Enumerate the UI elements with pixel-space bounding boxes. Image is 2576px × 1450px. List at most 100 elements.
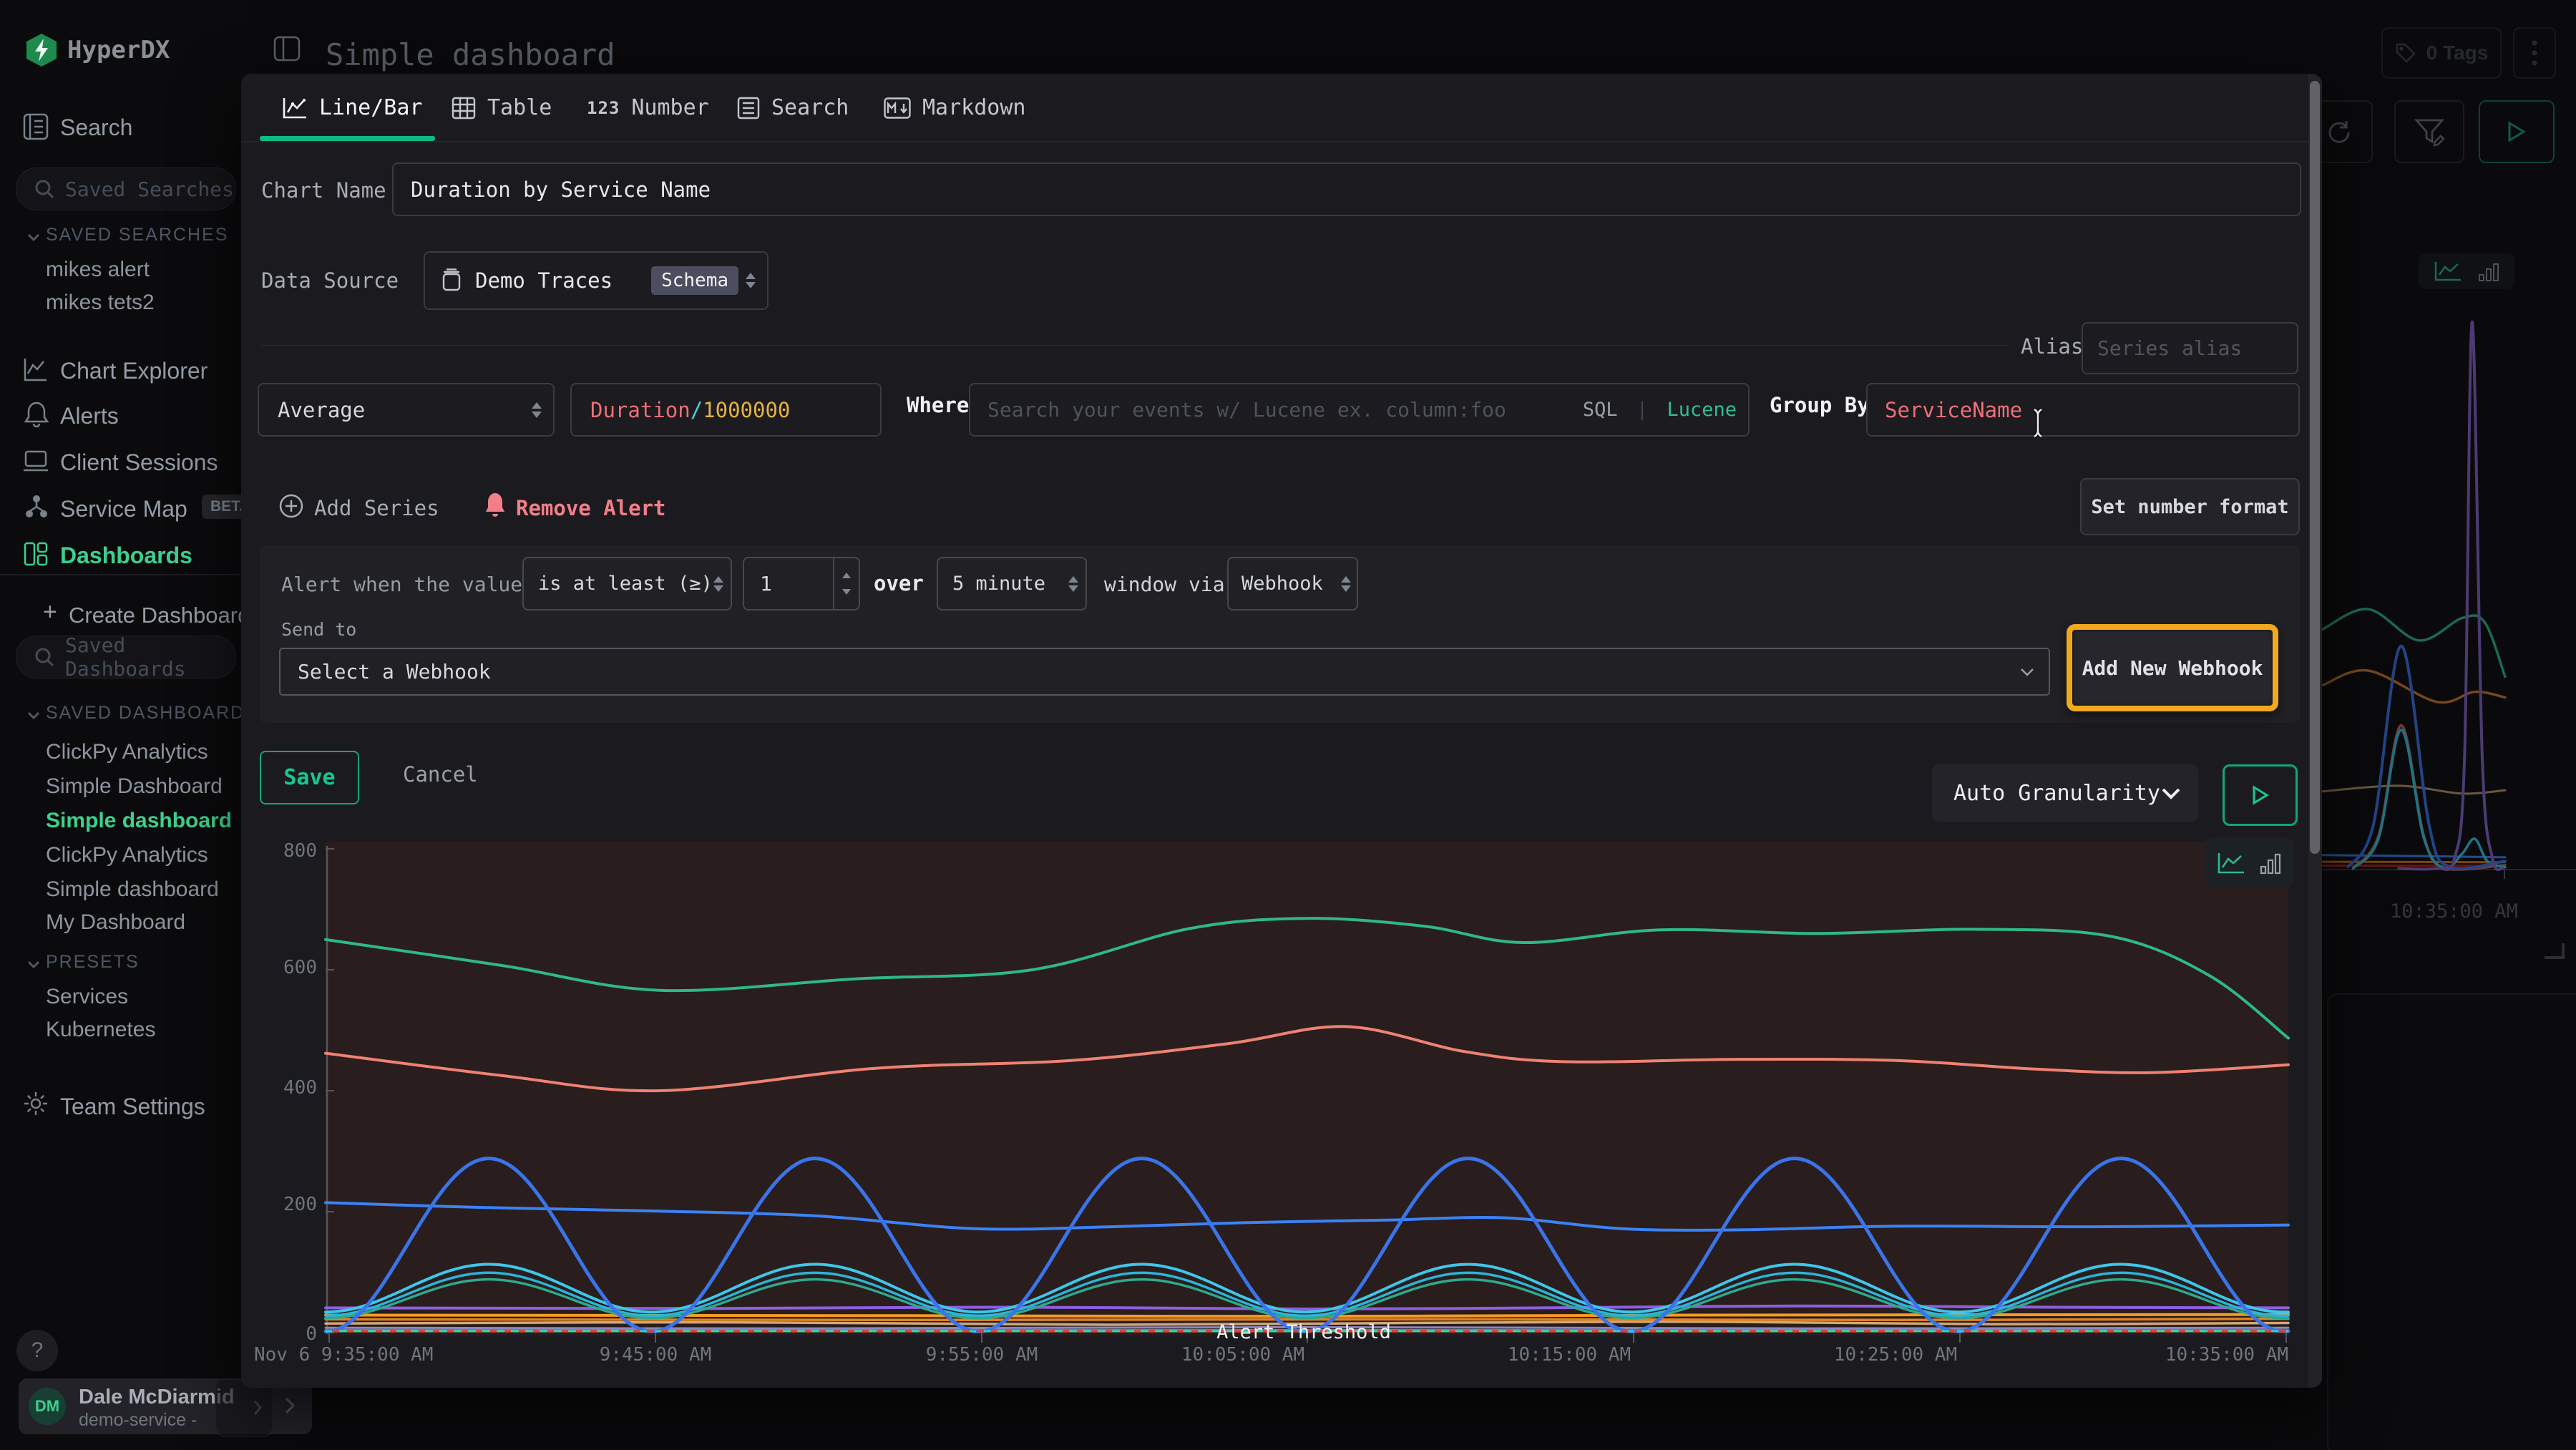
- save-button[interactable]: Save: [260, 751, 359, 804]
- x-tick-label: 10:15:00 AM: [1501, 1344, 1637, 1366]
- page-title: Simple dashboard: [326, 37, 615, 72]
- number-stepper[interactable]: [833, 558, 859, 609]
- sidebar-item-team-settings[interactable]: Team Settings: [60, 1094, 205, 1120]
- x-tick-label: 9:55:00 AM: [917, 1344, 1046, 1366]
- chart-name-input[interactable]: Duration by Service Name: [392, 162, 2301, 216]
- line-chart-icon[interactable]: [2434, 261, 2462, 282]
- service-map-icon: [24, 494, 49, 520]
- saved-dashboard-item[interactable]: Simple dashboard: [46, 809, 232, 833]
- data-source-select[interactable]: Demo Traces Schema: [424, 251, 769, 310]
- saved-search-item[interactable]: mikes tets2: [46, 291, 155, 315]
- bg-chart-type-toggle[interactable]: [2419, 253, 2514, 289]
- saved-search-item[interactable]: mikes alert: [46, 258, 150, 282]
- chevron-right-icon: [285, 1397, 295, 1414]
- sidebar-item-search[interactable]: Search: [60, 115, 132, 141]
- tab-line-bar[interactable]: Line/Bar: [282, 95, 423, 120]
- send-to-label: Send to: [281, 619, 356, 640]
- where-placeholder: Search your events w/ Lucene ex. column:…: [987, 398, 1506, 422]
- run-chart-button[interactable]: [2223, 764, 2298, 826]
- alert-over-label: over: [874, 571, 924, 595]
- cancel-button[interactable]: Cancel: [403, 762, 478, 787]
- line-chart-icon[interactable]: [2217, 852, 2245, 875]
- x-tick-label: 10:35:00 AM: [2152, 1344, 2288, 1366]
- field-expression-input[interactable]: Duration/1000000: [570, 383, 882, 437]
- tab-markdown[interactable]: Markdown: [884, 95, 1026, 120]
- kebab-menu-button[interactable]: [2513, 27, 2556, 79]
- stepper-down-icon: [842, 589, 851, 599]
- alert-condition-select[interactable]: is at least (≥): [522, 557, 732, 610]
- x-tick-label: 10:05:00 AM: [1175, 1344, 1311, 1366]
- field-token: /: [691, 398, 703, 422]
- tabs-divider: [241, 141, 2322, 142]
- alert-channel-select[interactable]: Webhook: [1227, 557, 1358, 610]
- saved-searches-input[interactable]: Saved Searches: [16, 167, 236, 210]
- remove-alert-button[interactable]: Remove Alert: [516, 496, 666, 520]
- aggregation-select[interactable]: Average: [258, 383, 555, 437]
- saved-dashboard-item[interactable]: Simple Dashboard: [46, 774, 223, 799]
- background-chart: [2323, 301, 2576, 895]
- chevron-down-icon[interactable]: [27, 960, 40, 968]
- granularity-select[interactable]: Auto Granularity: [1932, 764, 2198, 822]
- group-by-input[interactable]: ServiceName: [1866, 383, 2300, 437]
- plus-icon: +: [43, 598, 57, 626]
- field-token: Duration: [590, 398, 691, 422]
- y-tick-label: 0: [263, 1323, 317, 1345]
- series-blue-flat: [2323, 855, 2505, 857]
- saved-dashboard-item[interactable]: My Dashboard: [46, 910, 185, 935]
- alert-window-select[interactable]: 5 minute: [937, 557, 1087, 610]
- add-series-button[interactable]: Add Series: [314, 496, 439, 520]
- sidebar-item-chart-explorer[interactable]: Chart Explorer: [60, 358, 208, 384]
- data-source-value: Demo Traces: [475, 268, 613, 293]
- create-dashboard-button[interactable]: Create Dashboard: [69, 603, 250, 628]
- preset-item[interactable]: Kubernetes: [46, 1018, 155, 1042]
- tab-search[interactable]: Search: [737, 95, 849, 120]
- help-button[interactable]: ?: [16, 1330, 58, 1371]
- run-query-button[interactable]: [2479, 100, 2555, 163]
- webhook-select[interactable]: Select a Webhook: [279, 648, 2050, 696]
- chevrons-updown-icon: [713, 571, 723, 597]
- laptop-icon: [21, 449, 50, 474]
- tab-table[interactable]: Table: [452, 95, 552, 120]
- field-token: 1000000: [703, 398, 790, 422]
- x-tick-label: 10:25:00 AM: [1828, 1344, 1963, 1366]
- add-new-webhook-button[interactable]: Add New Webhook: [2074, 632, 2270, 704]
- presets-header: PRESETS: [46, 952, 140, 973]
- where-input[interactable]: Search your events w/ Lucene ex. column:…: [969, 383, 1750, 437]
- chart-type-toggle[interactable]: [2205, 838, 2293, 887]
- alert-threshold-input[interactable]: 1: [743, 557, 860, 610]
- tags-button[interactable]: 0 Tags: [2381, 27, 2502, 79]
- schema-badge: Schema: [651, 266, 738, 295]
- bar-chart-icon[interactable]: [2478, 261, 2499, 282]
- set-number-format-button[interactable]: Set number format: [2080, 478, 2300, 535]
- number-123-icon: 123: [587, 98, 620, 118]
- alert-via-label: window via: [1104, 573, 1225, 596]
- y-tick-label: 600: [263, 957, 317, 978]
- sidebar-item-service-map[interactable]: Service Map: [60, 496, 187, 522]
- search-list-icon: [737, 97, 760, 120]
- sidebar-item-dashboards[interactable]: Dashboards: [60, 542, 192, 569]
- filter-button[interactable]: [2394, 100, 2464, 163]
- modal-scrollbar-thumb[interactable]: [2310, 81, 2320, 854]
- sidebar-item-client-sessions[interactable]: Client Sessions: [60, 449, 218, 476]
- sidebar-collapse-icon[interactable]: [273, 36, 301, 62]
- sidebar-item-alerts[interactable]: Alerts: [60, 403, 119, 429]
- lucene-mode-toggle[interactable]: Lucene: [1667, 399, 1737, 421]
- saved-searches-header: SAVED SEARCHES: [46, 225, 228, 245]
- saved-dashboard-item[interactable]: Simple dashboard: [46, 877, 219, 902]
- tag-icon: [2395, 42, 2416, 64]
- preset-item[interactable]: Services: [46, 985, 128, 1009]
- circle-plus-icon: [278, 493, 304, 519]
- chevron-down-icon[interactable]: [27, 711, 40, 719]
- chevron-down-icon[interactable]: [27, 233, 40, 241]
- brand[interactable]: HyperDX: [67, 36, 170, 64]
- sql-mode-toggle[interactable]: SQL: [1583, 399, 1618, 421]
- alias-input[interactable]: Series alias: [2082, 322, 2298, 374]
- bar-chart-icon[interactable]: [2260, 852, 2281, 875]
- saved-dashboard-item[interactable]: ClickPy Analytics: [46, 843, 208, 867]
- saved-dashboards-input[interactable]: Saved Dashboards: [16, 636, 236, 678]
- y-tick-label: 200: [263, 1194, 317, 1215]
- resize-handle[interactable]: [2545, 943, 2565, 959]
- tab-number[interactable]: 123 Number: [587, 95, 709, 120]
- saved-dashboard-item[interactable]: ClickPy Analytics: [46, 740, 208, 764]
- saved-searches-placeholder: Saved Searches: [65, 177, 234, 201]
